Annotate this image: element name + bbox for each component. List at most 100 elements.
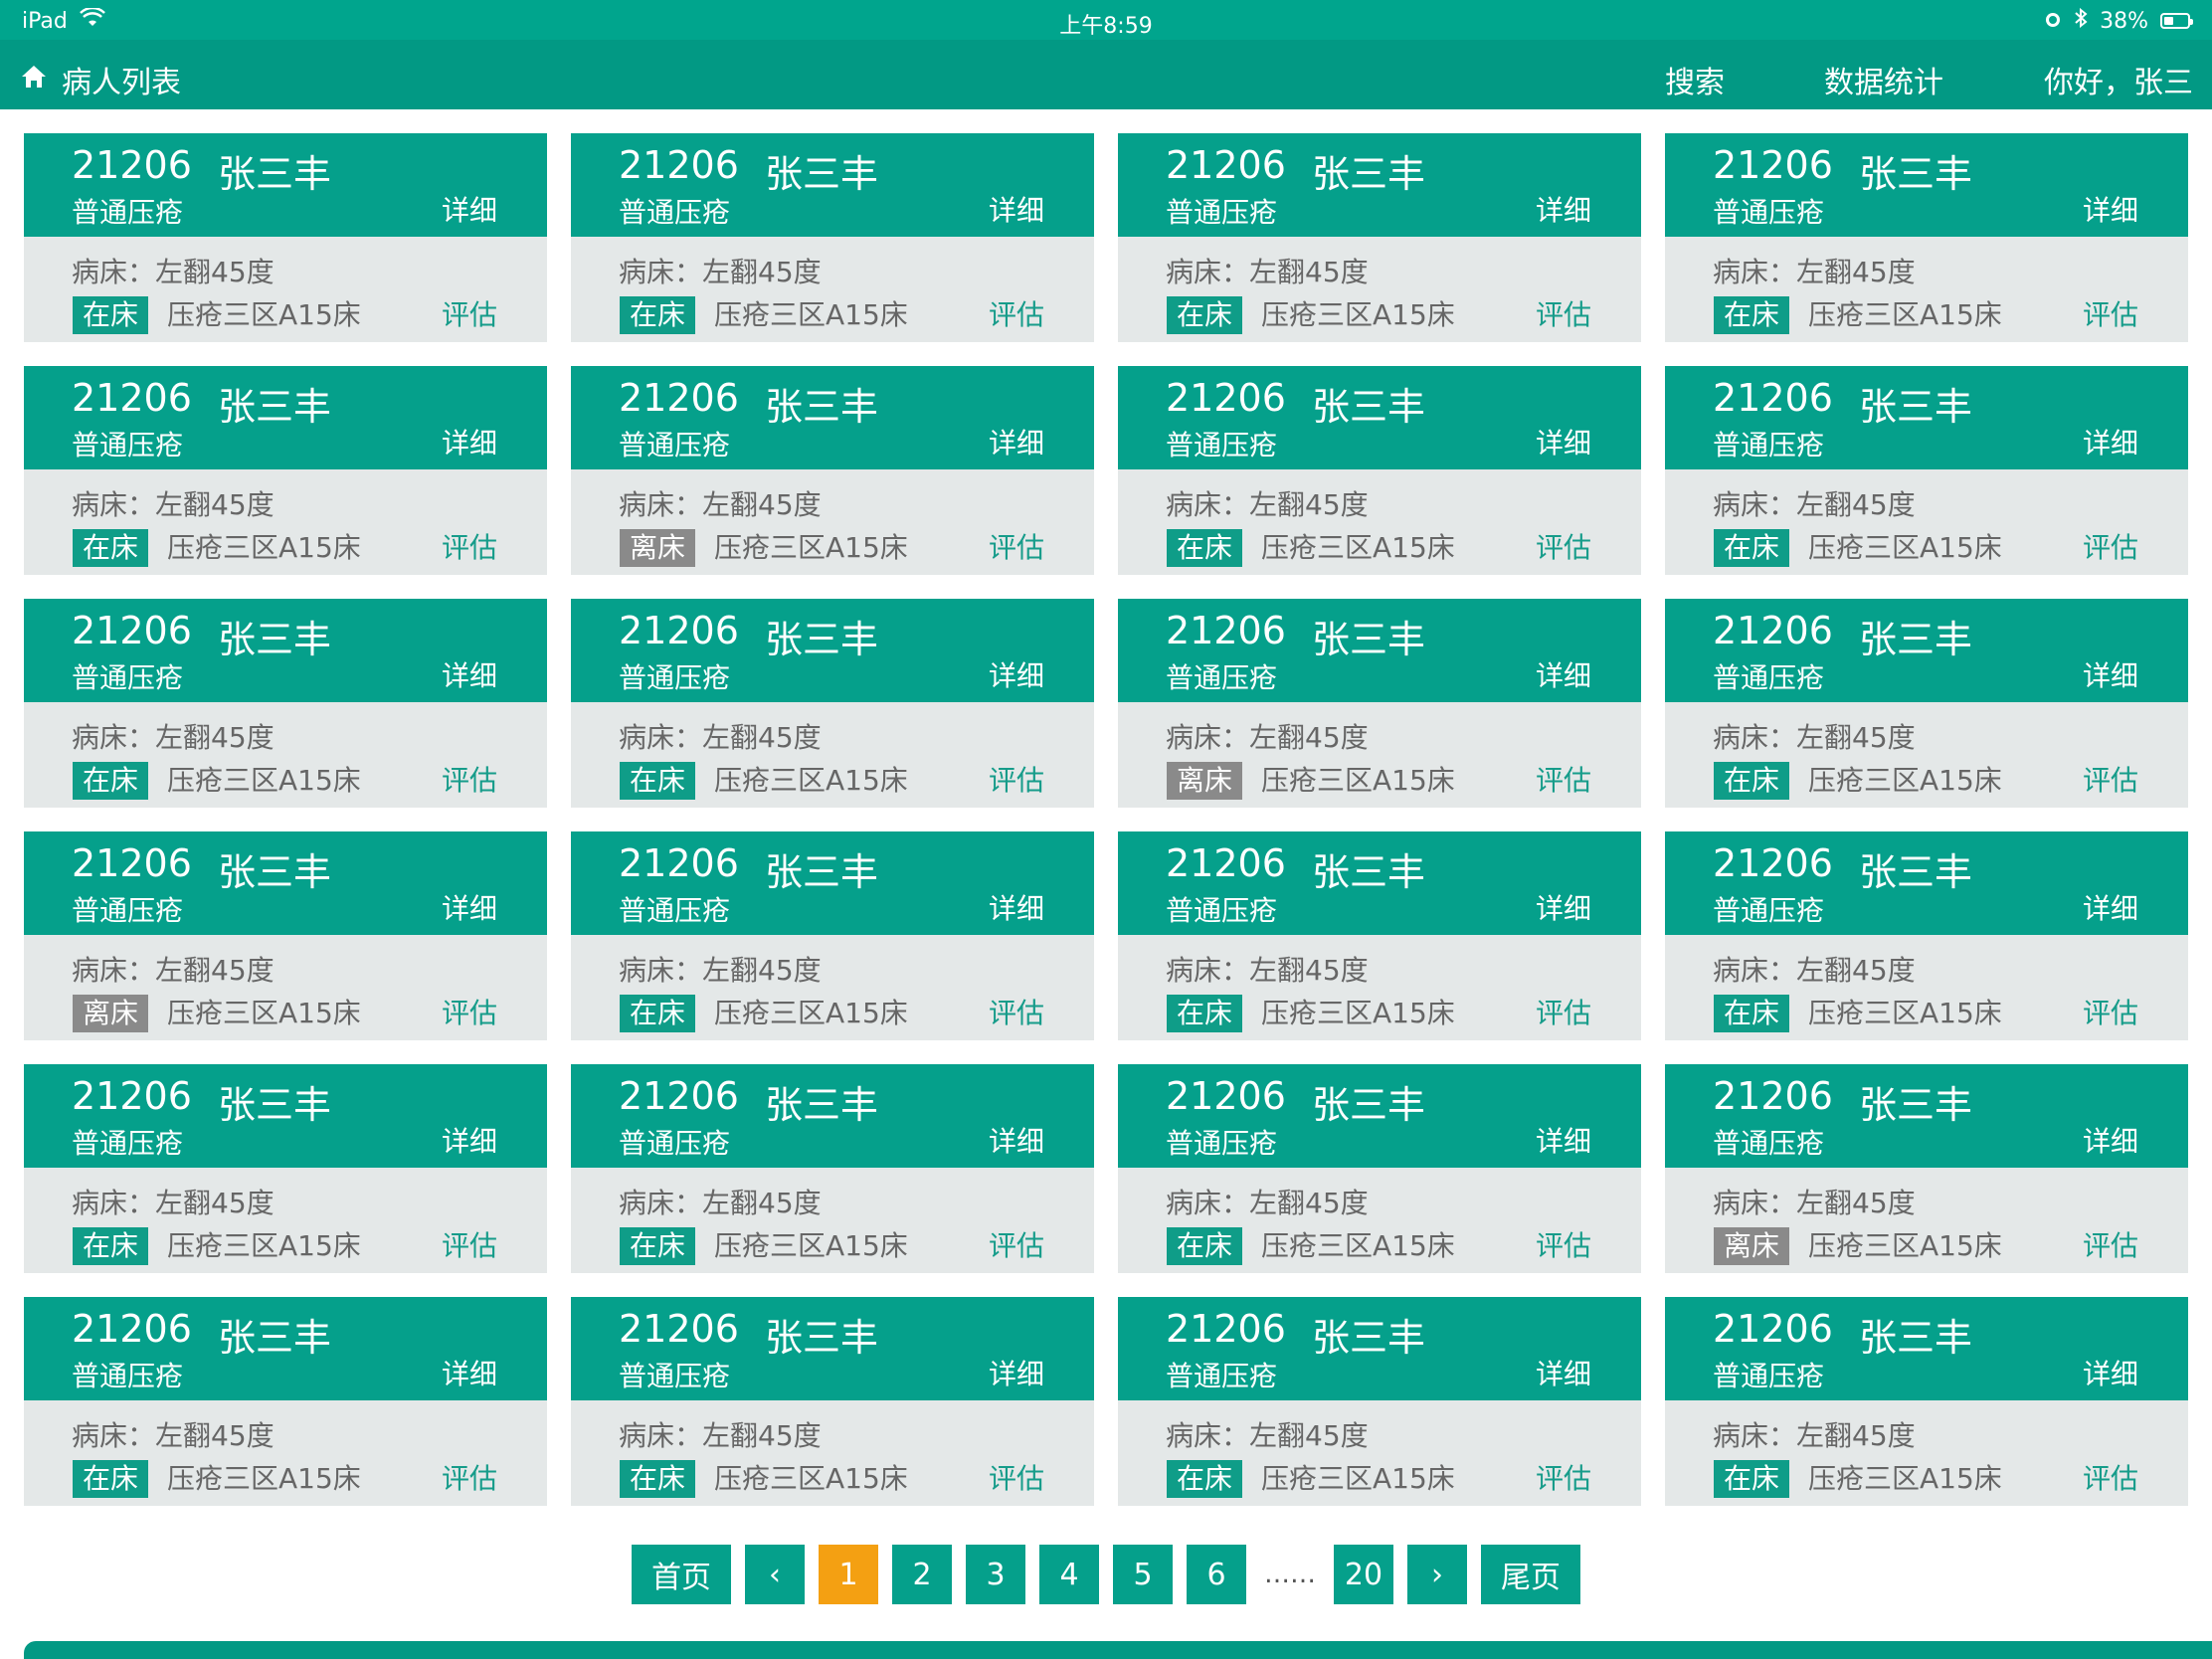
detail-link[interactable]: 详细 <box>1536 1120 1591 1160</box>
evaluate-link[interactable]: 评估 <box>1536 1227 1591 1265</box>
evaluate-link[interactable]: 评估 <box>1536 1460 1591 1498</box>
detail-link[interactable]: 详细 <box>989 422 1044 461</box>
patient-card[interactable]: 21206 张三丰 普通压疮 详细 病床：左翻45度 离床 压疮三区A15床 评… <box>1118 599 1641 808</box>
home-link[interactable]: 病人列表 <box>20 58 181 101</box>
patient-card[interactable]: 21206 张三丰 普通压疮 详细 病床：左翻45度 在床 压疮三区A15床 评… <box>1118 366 1641 575</box>
patient-card[interactable]: 21206 张三丰 普通压疮 详细 病床：左翻45度 在床 压疮三区A15床 评… <box>571 133 1094 342</box>
evaluate-link[interactable]: 评估 <box>989 995 1044 1032</box>
patient-card[interactable]: 21206 张三丰 普通压疮 详细 病床：左翻45度 在床 压疮三区A15床 评… <box>24 599 547 808</box>
page-button-2[interactable]: 2 <box>892 1545 952 1604</box>
patient-card[interactable]: 21206 张三丰 普通压疮 详细 病床：左翻45度 在床 压疮三区A15床 评… <box>24 1297 547 1506</box>
evaluate-link[interactable]: 评估 <box>442 995 497 1032</box>
detail-link[interactable]: 详细 <box>2083 422 2138 461</box>
detail-link[interactable]: 详细 <box>989 887 1044 927</box>
evaluate-link[interactable]: 评估 <box>2083 529 2138 567</box>
evaluate-link[interactable]: 评估 <box>2083 296 2138 334</box>
evaluate-link[interactable]: 评估 <box>2083 1227 2138 1265</box>
last-page-button[interactable]: 尾页 <box>1481 1545 1580 1604</box>
patient-id: 21206 <box>619 1307 739 1351</box>
detail-link[interactable]: 详细 <box>442 654 497 694</box>
page-button-1[interactable]: 1 <box>819 1545 878 1604</box>
bed-location: 压疮三区A15床 <box>714 1229 908 1262</box>
evaluate-link[interactable]: 评估 <box>989 762 1044 800</box>
detail-link[interactable]: 详细 <box>1536 422 1591 461</box>
bed-location: 压疮三区A15床 <box>1808 997 2002 1029</box>
patient-card[interactable]: 21206 张三丰 普通压疮 详细 病床：左翻45度 在床 压疮三区A15床 评… <box>24 366 547 575</box>
detail-link[interactable]: 详细 <box>2083 887 2138 927</box>
bed-location: 压疮三区A15床 <box>1261 997 1455 1029</box>
bed-info: 病床：左翻45度 <box>72 1419 275 1452</box>
evaluate-link[interactable]: 评估 <box>989 529 1044 567</box>
detail-link[interactable]: 详细 <box>442 887 497 927</box>
detail-link[interactable]: 详细 <box>442 189 497 229</box>
detail-link[interactable]: 详细 <box>2083 1120 2138 1160</box>
detail-link[interactable]: 详细 <box>442 422 497 461</box>
bed-info: 病床：左翻45度 <box>1166 1187 1369 1219</box>
user-greeting[interactable]: 你好，张三 <box>2044 58 2193 101</box>
patient-id: 21206 <box>1166 376 1286 420</box>
patient-card[interactable]: 21206 张三丰 普通压疮 详细 病床：左翻45度 在床 压疮三区A15床 评… <box>1665 1297 2188 1506</box>
patient-card[interactable]: 21206 张三丰 普通压疮 详细 病床：左翻45度 在床 压疮三区A15床 评… <box>571 599 1094 808</box>
evaluate-link[interactable]: 评估 <box>1536 762 1591 800</box>
evaluate-link[interactable]: 评估 <box>1536 296 1591 334</box>
patient-card[interactable]: 21206 张三丰 普通压疮 详细 病床：左翻45度 在床 压疮三区A15床 评… <box>1118 831 1641 1040</box>
evaluate-link[interactable]: 评估 <box>2083 762 2138 800</box>
detail-link[interactable]: 详细 <box>989 1353 1044 1392</box>
evaluate-link[interactable]: 评估 <box>1536 995 1591 1032</box>
bed-location: 压疮三区A15床 <box>714 1462 908 1495</box>
patient-card[interactable]: 21206 张三丰 普通压疮 详细 病床：左翻45度 在床 压疮三区A15床 评… <box>1665 599 2188 808</box>
patient-id: 21206 <box>1166 1307 1286 1351</box>
evaluate-link[interactable]: 评估 <box>442 1227 497 1265</box>
patient-card[interactable]: 21206 张三丰 普通压疮 详细 病床：左翻45度 离床 压疮三区A15床 评… <box>24 831 547 1040</box>
patient-card[interactable]: 21206 张三丰 普通压疮 详细 病床：左翻45度 在床 压疮三区A15床 评… <box>1118 133 1641 342</box>
detail-link[interactable]: 详细 <box>1536 189 1591 229</box>
detail-link[interactable]: 详细 <box>989 189 1044 229</box>
evaluate-link[interactable]: 评估 <box>442 529 497 567</box>
detail-link[interactable]: 详细 <box>2083 189 2138 229</box>
patient-card[interactable]: 21206 张三丰 普通压疮 详细 病床：左翻45度 在床 压疮三区A15床 评… <box>571 1297 1094 1506</box>
patient-card[interactable]: 21206 张三丰 普通压疮 详细 病床：左翻45度 离床 压疮三区A15床 评… <box>571 366 1094 575</box>
first-page-button[interactable]: 首页 <box>632 1545 731 1604</box>
evaluate-link[interactable]: 评估 <box>442 1460 497 1498</box>
nav-stats[interactable]: 数据统计 <box>1824 58 1943 101</box>
patient-id: 21206 <box>1713 1074 1833 1118</box>
evaluate-link[interactable]: 评估 <box>442 762 497 800</box>
detail-link[interactable]: 详细 <box>1536 1353 1591 1392</box>
patient-card[interactable]: 21206 张三丰 普通压疮 详细 病床：左翻45度 在床 压疮三区A15床 评… <box>24 133 547 342</box>
detail-link[interactable]: 详细 <box>1536 654 1591 694</box>
detail-link[interactable]: 详细 <box>442 1353 497 1392</box>
nav-search[interactable]: 搜索 <box>1665 58 1725 101</box>
patient-id: 21206 <box>1166 841 1286 885</box>
prev-page-button[interactable]: ‹ <box>745 1545 805 1604</box>
evaluate-link[interactable]: 评估 <box>989 1227 1044 1265</box>
detail-link[interactable]: 详细 <box>1536 887 1591 927</box>
evaluate-link[interactable]: 评估 <box>442 296 497 334</box>
detail-link[interactable]: 详细 <box>442 1120 497 1160</box>
detail-link[interactable]: 详细 <box>2083 1353 2138 1392</box>
page-button-3[interactable]: 3 <box>966 1545 1025 1604</box>
patient-card[interactable]: 21206 张三丰 普通压疮 详细 病床：左翻45度 在床 压疮三区A15床 评… <box>571 1064 1094 1273</box>
page-button-5[interactable]: 5 <box>1113 1545 1173 1604</box>
detail-link[interactable]: 详细 <box>2083 654 2138 694</box>
patient-card[interactable]: 21206 张三丰 普通压疮 详细 病床：左翻45度 离床 压疮三区A15床 评… <box>1665 1064 2188 1273</box>
evaluate-link[interactable]: 评估 <box>2083 995 2138 1032</box>
page-button-last[interactable]: 20 <box>1334 1545 1393 1604</box>
evaluate-link[interactable]: 评估 <box>989 296 1044 334</box>
patient-card[interactable]: 21206 张三丰 普通压疮 详细 病床：左翻45度 在床 压疮三区A15床 评… <box>24 1064 547 1273</box>
detail-link[interactable]: 详细 <box>989 654 1044 694</box>
evaluate-link[interactable]: 评估 <box>2083 1460 2138 1498</box>
patient-card[interactable]: 21206 张三丰 普通压疮 详细 病床：左翻45度 在床 压疮三区A15床 评… <box>1118 1297 1641 1506</box>
patient-card[interactable]: 21206 张三丰 普通压疮 详细 病床：左翻45度 在床 压疮三区A15床 评… <box>1665 831 2188 1040</box>
detail-link[interactable]: 详细 <box>989 1120 1044 1160</box>
page-button-6[interactable]: 6 <box>1187 1545 1246 1604</box>
evaluate-link[interactable]: 评估 <box>1536 529 1591 567</box>
patient-name: 张三丰 <box>765 152 879 196</box>
evaluate-link[interactable]: 评估 <box>989 1460 1044 1498</box>
patient-card[interactable]: 21206 张三丰 普通压疮 详细 病床：左翻45度 在床 压疮三区A15床 评… <box>1665 366 2188 575</box>
patient-card[interactable]: 21206 张三丰 普通压疮 详细 病床：左翻45度 在床 压疮三区A15床 评… <box>571 831 1094 1040</box>
next-page-button[interactable]: › <box>1407 1545 1467 1604</box>
card-header: 21206 张三丰 普通压疮 详细 <box>1118 831 1641 935</box>
patient-card[interactable]: 21206 张三丰 普通压疮 详细 病床：左翻45度 在床 压疮三区A15床 评… <box>1118 1064 1641 1273</box>
page-button-4[interactable]: 4 <box>1039 1545 1099 1604</box>
patient-card[interactable]: 21206 张三丰 普通压疮 详细 病床：左翻45度 在床 压疮三区A15床 评… <box>1665 133 2188 342</box>
